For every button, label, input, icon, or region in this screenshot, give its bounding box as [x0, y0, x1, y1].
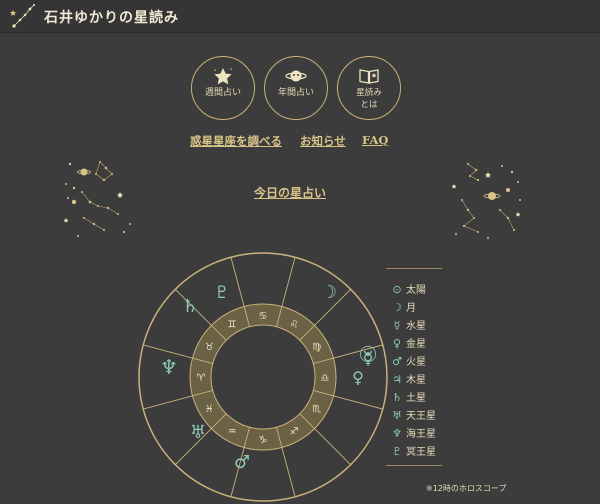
book-icon	[359, 69, 379, 84]
legend-symbol: ⊙	[392, 283, 402, 296]
legend-name: 太陽	[406, 285, 426, 296]
legend-name: 海王星	[406, 429, 436, 440]
about-label-line1: 星読み	[356, 88, 382, 98]
planet-glyph: ♆	[160, 355, 178, 379]
legend-name: 土星	[406, 393, 426, 404]
legend-name: 天王星	[406, 411, 436, 422]
legend-name: 火星	[406, 357, 426, 368]
legend-name: 金星	[406, 339, 426, 350]
zodiac-glyph: ♑	[259, 435, 268, 446]
wheel-center	[210, 324, 316, 430]
zodiac-glyph: ♉	[205, 342, 214, 353]
zodiac-glyph: ♋	[259, 311, 268, 322]
weekly-fortune-button[interactable]: 週間占い	[191, 56, 255, 120]
zodiac-glyph: ♎	[321, 373, 330, 384]
star-icon	[214, 68, 232, 85]
about-button[interactable]: 星読み とは	[337, 56, 401, 120]
planet-glyph: ♄	[182, 296, 198, 317]
planet-glyph: ♀	[352, 368, 364, 387]
legend-symbol: ♀	[392, 337, 402, 350]
legend-row: ♃ 木星	[390, 371, 450, 387]
legend-row: ☿ 水星	[390, 317, 450, 333]
legend-name: 月	[406, 303, 416, 314]
todays-horoscope-link[interactable]: 今日の星占い	[0, 184, 580, 201]
legend-symbol: ♇	[392, 445, 402, 458]
planet-glyph: ♅	[190, 422, 206, 443]
legend-name: 水星	[406, 321, 426, 332]
yearly-fortune-label: 年間占い	[277, 88, 314, 98]
legend-row: ⊙ 太陽	[390, 281, 450, 297]
about-label-line2: とは	[360, 100, 378, 110]
site-header: 石井ゆかりの星読み	[0, 0, 600, 33]
legend-row: ♄ 土星	[390, 389, 450, 405]
legend-name: 冥王星	[406, 447, 436, 458]
legend-row: ♂ 火星	[390, 353, 450, 369]
planet-glyph: ☿	[362, 348, 373, 369]
zodiac-glyph: ♒	[228, 427, 237, 438]
planet-glyph: ☽	[321, 282, 337, 303]
zodiac-glyph: ♏	[312, 404, 321, 415]
yearly-fortune-button[interactable]: 年間占い	[264, 56, 328, 120]
planet-glyph: ♂	[234, 452, 250, 473]
zodiac-glyph: ♊	[228, 319, 237, 330]
planet-sign-link[interactable]: 惑星星座を調べる	[190, 133, 282, 149]
news-link[interactable]: お知らせ	[300, 133, 346, 149]
legend-symbol: ♂	[392, 355, 402, 368]
legend-symbol: ♃	[392, 373, 402, 386]
zodiac-glyph: ♍	[312, 342, 321, 353]
constellation-logo-icon[interactable]	[10, 2, 36, 30]
planet-legend: ⊙ 太陽 ☽ 月 ☿ 水星 ♀ 金星 ♂ 火星 ♃ 木星 ♄ 土星 ♅ 天王星 ♆ 海王星 ♇ 冥王星	[386, 268, 442, 466]
legend-row: ☽ 月	[390, 299, 450, 315]
legend-name: 木星	[406, 375, 426, 386]
planet-saturn-icon	[285, 70, 307, 82]
legend-row: ♀ 金星	[390, 335, 450, 351]
planet-glyph: ♇	[214, 283, 229, 303]
legend-row: ♇ 冥王星	[390, 443, 450, 459]
constellation-decoration-right	[451, 163, 521, 239]
site-title[interactable]: 石井ゆかりの星読み	[44, 7, 179, 27]
horoscope-wheel: ♈♉♊♋♌♍♎♏♐♑♒♓ ♄♇ ☽☉☿♀♂♅♆	[138, 252, 388, 502]
chart-footnote: ※12時のホロスコープ	[426, 484, 507, 493]
zodiac-glyph: ♓	[205, 404, 214, 415]
legend-symbol: ♄	[392, 391, 402, 404]
zodiac-glyph: ♌	[290, 319, 299, 330]
legend-symbol: ☽	[392, 301, 402, 314]
weekly-fortune-label: 週間占い	[204, 88, 241, 98]
legend-symbol: ♅	[392, 409, 402, 422]
legend-row: ♅ 天王星	[390, 407, 450, 423]
legend-row: ♆ 海王星	[390, 425, 450, 441]
faq-link[interactable]: FAQ	[362, 133, 388, 147]
legend-symbol: ♆	[392, 427, 402, 440]
legend-symbol: ☿	[393, 319, 401, 332]
zodiac-glyph: ♐	[290, 427, 299, 438]
zodiac-glyph: ♈	[197, 373, 206, 384]
